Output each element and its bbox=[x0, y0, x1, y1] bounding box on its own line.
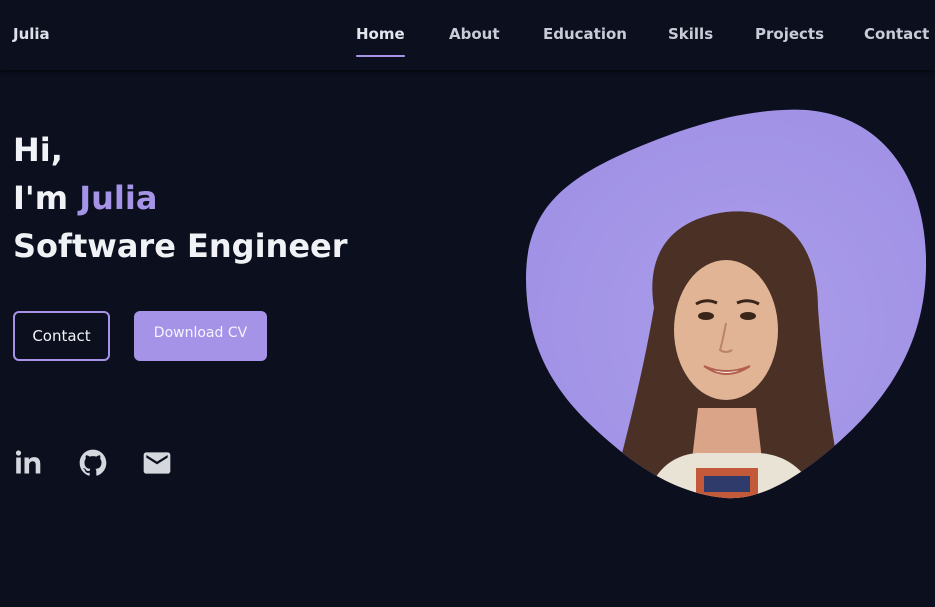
nav-link-skills[interactable]: Skills bbox=[668, 25, 713, 43]
linkedin-link[interactable] bbox=[13, 447, 45, 479]
hero-intro: I'm Julia bbox=[13, 178, 157, 218]
hero-title: Software Engineer bbox=[13, 227, 348, 265]
nav-link-contact[interactable]: Contact bbox=[864, 25, 929, 43]
contact-button[interactable]: Contact bbox=[13, 311, 110, 361]
github-link[interactable] bbox=[77, 447, 109, 479]
mail-icon bbox=[143, 452, 171, 474]
nav-link-label: Home bbox=[356, 25, 405, 43]
nav-link-label: Skills bbox=[668, 25, 714, 43]
navbar: Julia Home About Education Skills Projec… bbox=[0, 0, 935, 70]
portrait-face bbox=[674, 260, 778, 400]
email-link[interactable] bbox=[141, 447, 173, 479]
nav-link-label: Projects bbox=[755, 25, 825, 43]
nav-link-about[interactable]: About bbox=[449, 25, 500, 43]
nav-link-label: About bbox=[449, 25, 500, 43]
github-icon bbox=[79, 449, 107, 476]
profile-portrait bbox=[526, 109, 926, 499]
hero-greeting: Hi, bbox=[13, 131, 63, 169]
download-cv-button[interactable]: Download CV bbox=[134, 311, 267, 361]
nav-link-label: Education bbox=[543, 25, 627, 43]
hero-name: Julia bbox=[79, 179, 158, 217]
active-nav-indicator bbox=[356, 55, 405, 57]
brand-name[interactable]: Julia bbox=[13, 25, 50, 43]
hero-intro-prefix: I'm bbox=[13, 179, 69, 217]
nav-link-label: Contact bbox=[864, 25, 930, 43]
nav-link-education[interactable]: Education bbox=[543, 25, 627, 43]
linkedin-icon bbox=[15, 450, 41, 474]
nav-link-projects[interactable]: Projects bbox=[755, 25, 824, 43]
nav-link-home[interactable]: Home bbox=[356, 25, 405, 57]
